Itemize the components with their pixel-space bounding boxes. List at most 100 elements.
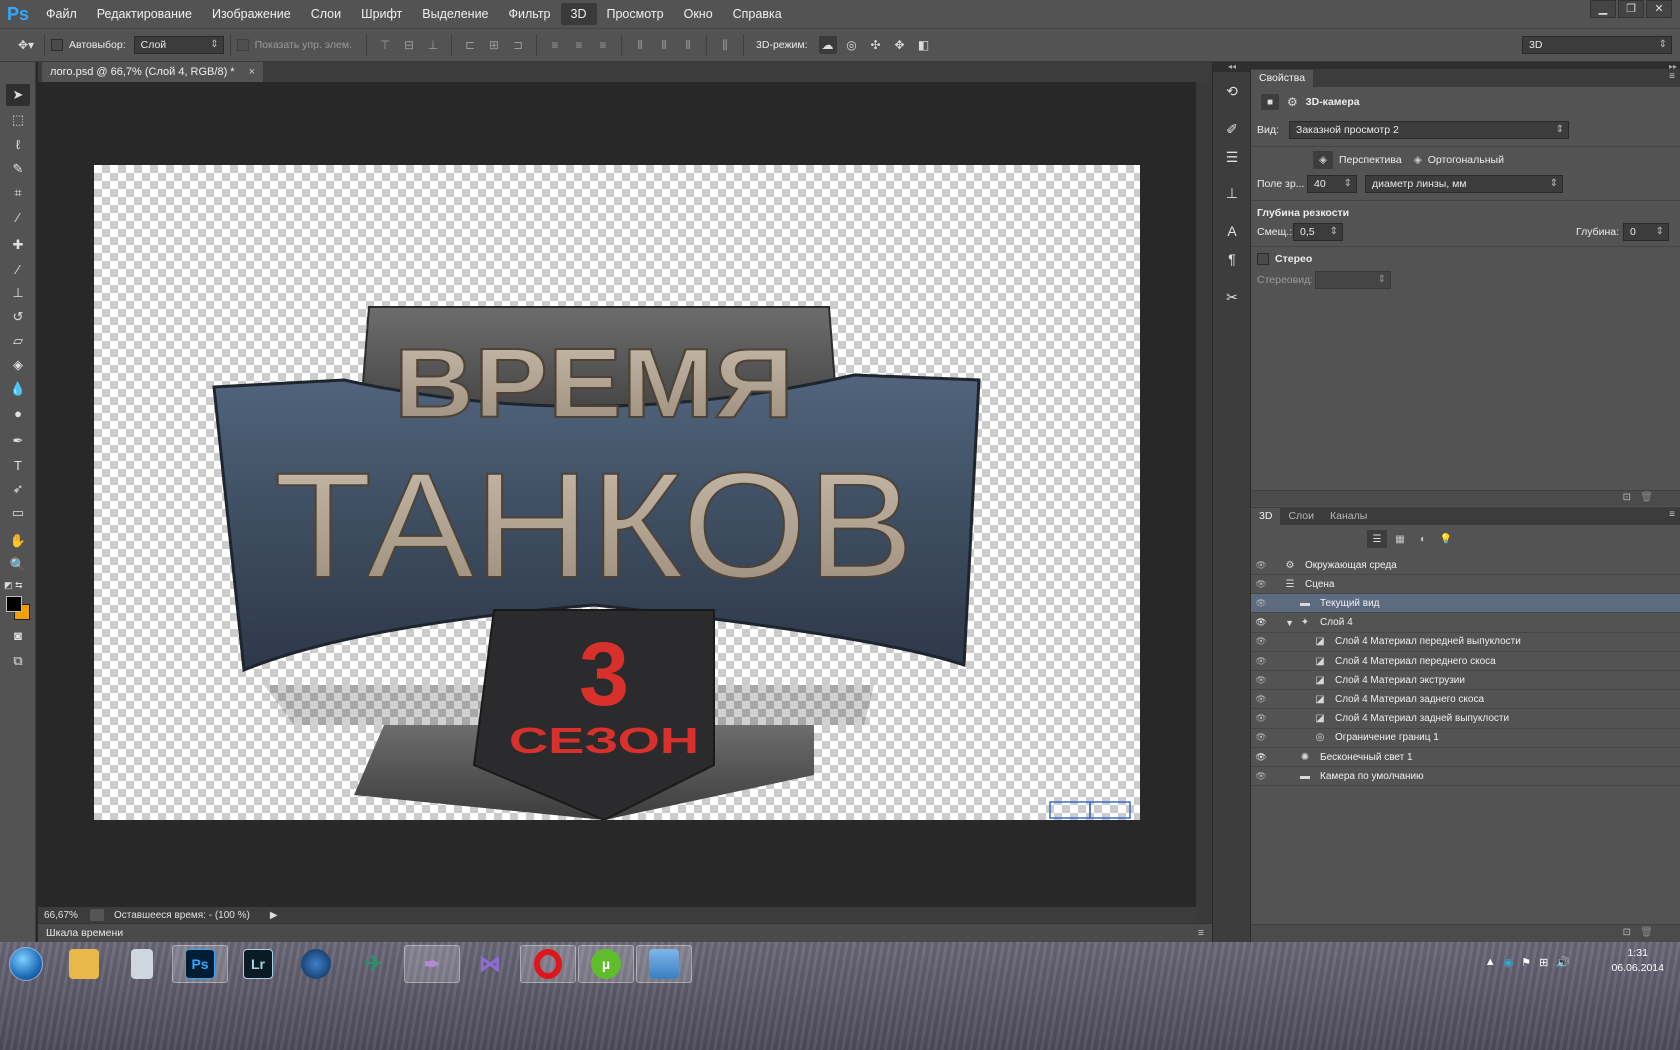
visibility-eye-icon[interactable]: 👁 xyxy=(1251,752,1271,763)
paint-bucket-tool-icon[interactable]: ◈ xyxy=(6,354,30,376)
fov-input[interactable]: 40 xyxy=(1307,175,1357,193)
move-tool-icon[interactable]: ➤ xyxy=(6,84,30,106)
taskbar-calculator[interactable] xyxy=(114,945,170,983)
document-tab[interactable]: лого.psd @ 66,7% (Слой 4, RGB/8) * × xyxy=(42,62,264,82)
history-brush-tool-icon[interactable]: ↺ xyxy=(6,306,30,328)
scale-3d-icon[interactable]: ◧ xyxy=(915,36,933,54)
filter-meshes-icon[interactable]: ▦ xyxy=(1390,530,1410,548)
taskbar-plane-app[interactable]: ✈ xyxy=(346,945,402,983)
menu-type[interactable]: Шрифт xyxy=(351,3,412,25)
taskbar-cinema4d[interactable] xyxy=(288,945,344,983)
zoom-tool-icon[interactable]: 🔍 xyxy=(6,554,30,576)
rectangle-tool-icon[interactable]: ▭ xyxy=(6,502,30,524)
marquee-tool-icon[interactable]: ⬚ xyxy=(6,109,30,131)
auto-align-icon[interactable]: ⫼ xyxy=(716,36,734,54)
tray-network-icon[interactable]: ⊞ xyxy=(1539,956,1548,969)
pan-3d-icon[interactable]: ✣ xyxy=(867,36,885,54)
collapse-dock-icon[interactable]: ◂◂ xyxy=(1213,62,1251,72)
autoselect-checkbox[interactable] xyxy=(51,39,63,51)
tab-properties[interactable]: Свойства xyxy=(1251,70,1314,87)
vertical-scrollbar[interactable] xyxy=(1196,82,1212,908)
minimize-button[interactable]: ▁ xyxy=(1590,0,1616,18)
stereo-checkbox[interactable] xyxy=(1257,253,1269,265)
foreground-color-swatch[interactable] xyxy=(6,596,22,612)
menu-image[interactable]: Изображение xyxy=(202,3,301,25)
offset-input[interactable]: 0,5 xyxy=(1293,223,1343,241)
align-bottom-icon[interactable]: ⊥ xyxy=(424,36,442,54)
render-icon[interactable]: ⊡ xyxy=(1623,492,1631,503)
distribute-left-icon[interactable]: ⦀ xyxy=(631,36,649,54)
crop-tool-icon[interactable]: ⌗ xyxy=(6,182,30,204)
distribute-bottom-icon[interactable]: ≡ xyxy=(594,36,612,54)
menu-view[interactable]: Просмотр xyxy=(597,3,674,25)
scene-row[interactable]: 👁 ◎ Ограничение границ 1 xyxy=(1251,729,1680,748)
brush-tool-icon[interactable]: ⁄ xyxy=(6,258,30,280)
scene-row[interactable]: 👁 ◪ Слой 4 Материал заднего скоса xyxy=(1251,690,1680,710)
timeline-label[interactable]: Шкала времени xyxy=(46,927,123,939)
autoselect-dropdown[interactable]: Слой xyxy=(133,36,224,54)
scene-row[interactable]: 👁 ◪ Слой 4 Материал передней выпуклости xyxy=(1251,633,1680,652)
taskbar-photoshop[interactable]: Ps xyxy=(172,945,228,983)
expand-toggle-icon[interactable]: ▼ xyxy=(1271,618,1294,628)
align-right-icon[interactable]: ⊐ xyxy=(509,36,527,54)
scene-row[interactable]: 👁 ⚙ Окружающая среда xyxy=(1251,556,1680,575)
eyedropper-tool-icon[interactable]: ⁄ xyxy=(6,206,30,228)
menu-filter[interactable]: Фильтр xyxy=(499,3,561,25)
taskbar-visual-studio[interactable]: ⋈ xyxy=(462,945,518,983)
taskbar-opera[interactable] xyxy=(520,945,576,983)
distribute-top-icon[interactable]: ≡ xyxy=(546,36,564,54)
close-window-button[interactable]: ✕ xyxy=(1646,0,1672,18)
clone-stamp-tool-icon[interactable]: ⊥ xyxy=(6,282,30,304)
roll-3d-icon[interactable]: ◎ xyxy=(843,36,861,54)
taskbar-photo-viewer[interactable] xyxy=(636,945,692,983)
align-hcenter-icon[interactable]: ⊞ xyxy=(485,36,503,54)
timeline-menu-icon[interactable]: ≡ xyxy=(1198,927,1204,939)
tab-channels[interactable]: Каналы xyxy=(1322,508,1375,525)
scene-row[interactable]: 👁 ☰ Сцена xyxy=(1251,575,1680,595)
layers-trash-icon[interactable]: 🗑 xyxy=(1640,927,1653,938)
status-menu-arrow-icon[interactable]: ▶ xyxy=(270,910,278,921)
distribute-right-icon[interactable]: ⦀ xyxy=(679,36,697,54)
menu-select[interactable]: Выделение xyxy=(412,3,498,25)
align-top-icon[interactable]: ⊤ xyxy=(376,36,394,54)
tray-app-icon[interactable]: ◉ xyxy=(1504,956,1514,969)
menu-layers[interactable]: Слои xyxy=(301,3,351,25)
orthographic-icon[interactable]: ◈ xyxy=(1414,154,1422,166)
depth-input[interactable]: 0 xyxy=(1623,223,1669,241)
menu-edit[interactable]: Редактирование xyxy=(87,3,202,25)
perspective-icon[interactable]: ◈ xyxy=(1313,151,1333,169)
tray-expand-icon[interactable]: ▲ xyxy=(1485,956,1496,969)
hand-tool-icon[interactable]: ✋ xyxy=(6,530,30,552)
tray-volume-icon[interactable]: 🔊 xyxy=(1556,956,1570,969)
filter-lights-icon[interactable]: 💡 xyxy=(1436,530,1456,548)
clone-source-icon[interactable]: ⊥ xyxy=(1221,182,1243,204)
distribute-hcenter-icon[interactable]: ⦀ xyxy=(655,36,673,54)
tray-flag-icon[interactable]: ⚑ xyxy=(1521,956,1531,969)
visibility-eye-icon[interactable]: 👁 xyxy=(1251,732,1271,743)
taskbar-lightroom[interactable]: Lr xyxy=(230,945,286,983)
visibility-eye-icon[interactable]: 👁 xyxy=(1251,694,1271,705)
visibility-eye-icon[interactable]: 👁 xyxy=(1251,560,1271,571)
lasso-tool-icon[interactable]: ℓ xyxy=(6,133,30,155)
perspective-label[interactable]: Перспектива xyxy=(1339,154,1402,166)
tab-layers[interactable]: Слои xyxy=(1280,508,1322,525)
brush-presets-icon[interactable]: ☰ xyxy=(1221,146,1243,168)
properties-menu-icon[interactable]: ≡ xyxy=(1669,71,1675,82)
menu-window[interactable]: Окно xyxy=(674,3,723,25)
menu-3d[interactable]: 3D xyxy=(560,3,597,25)
history-panel-icon[interactable]: ⟲ xyxy=(1221,80,1243,102)
workspace-dropdown[interactable]: 3D xyxy=(1522,36,1672,54)
default-colors-icon[interactable]: ◩ ⇆ xyxy=(4,580,23,591)
character-panel-icon[interactable]: A xyxy=(1221,220,1243,242)
layers-menu-icon[interactable]: ≡ xyxy=(1669,509,1675,520)
quick-selection-tool-icon[interactable]: ✎ xyxy=(6,158,30,180)
zoom-level[interactable]: 66,67% xyxy=(44,910,86,921)
quick-mask-icon[interactable]: ◙ xyxy=(6,624,30,646)
healing-brush-tool-icon[interactable]: ✚ xyxy=(6,234,30,256)
visibility-eye-icon[interactable]: 👁 xyxy=(1251,636,1271,647)
visibility-eye-icon[interactable]: 👁 xyxy=(1251,713,1271,724)
document-canvas[interactable]: ВРЕМЯ ТАНКОВ 3 СЕЗОН xyxy=(94,165,1140,822)
screen-mode-icon[interactable]: ⧉ xyxy=(6,650,30,672)
taskbar-utorrent[interactable]: µ xyxy=(578,945,634,983)
scene-row[interactable]: 👁 ✺ Бесконечный свет 1 xyxy=(1251,748,1680,767)
